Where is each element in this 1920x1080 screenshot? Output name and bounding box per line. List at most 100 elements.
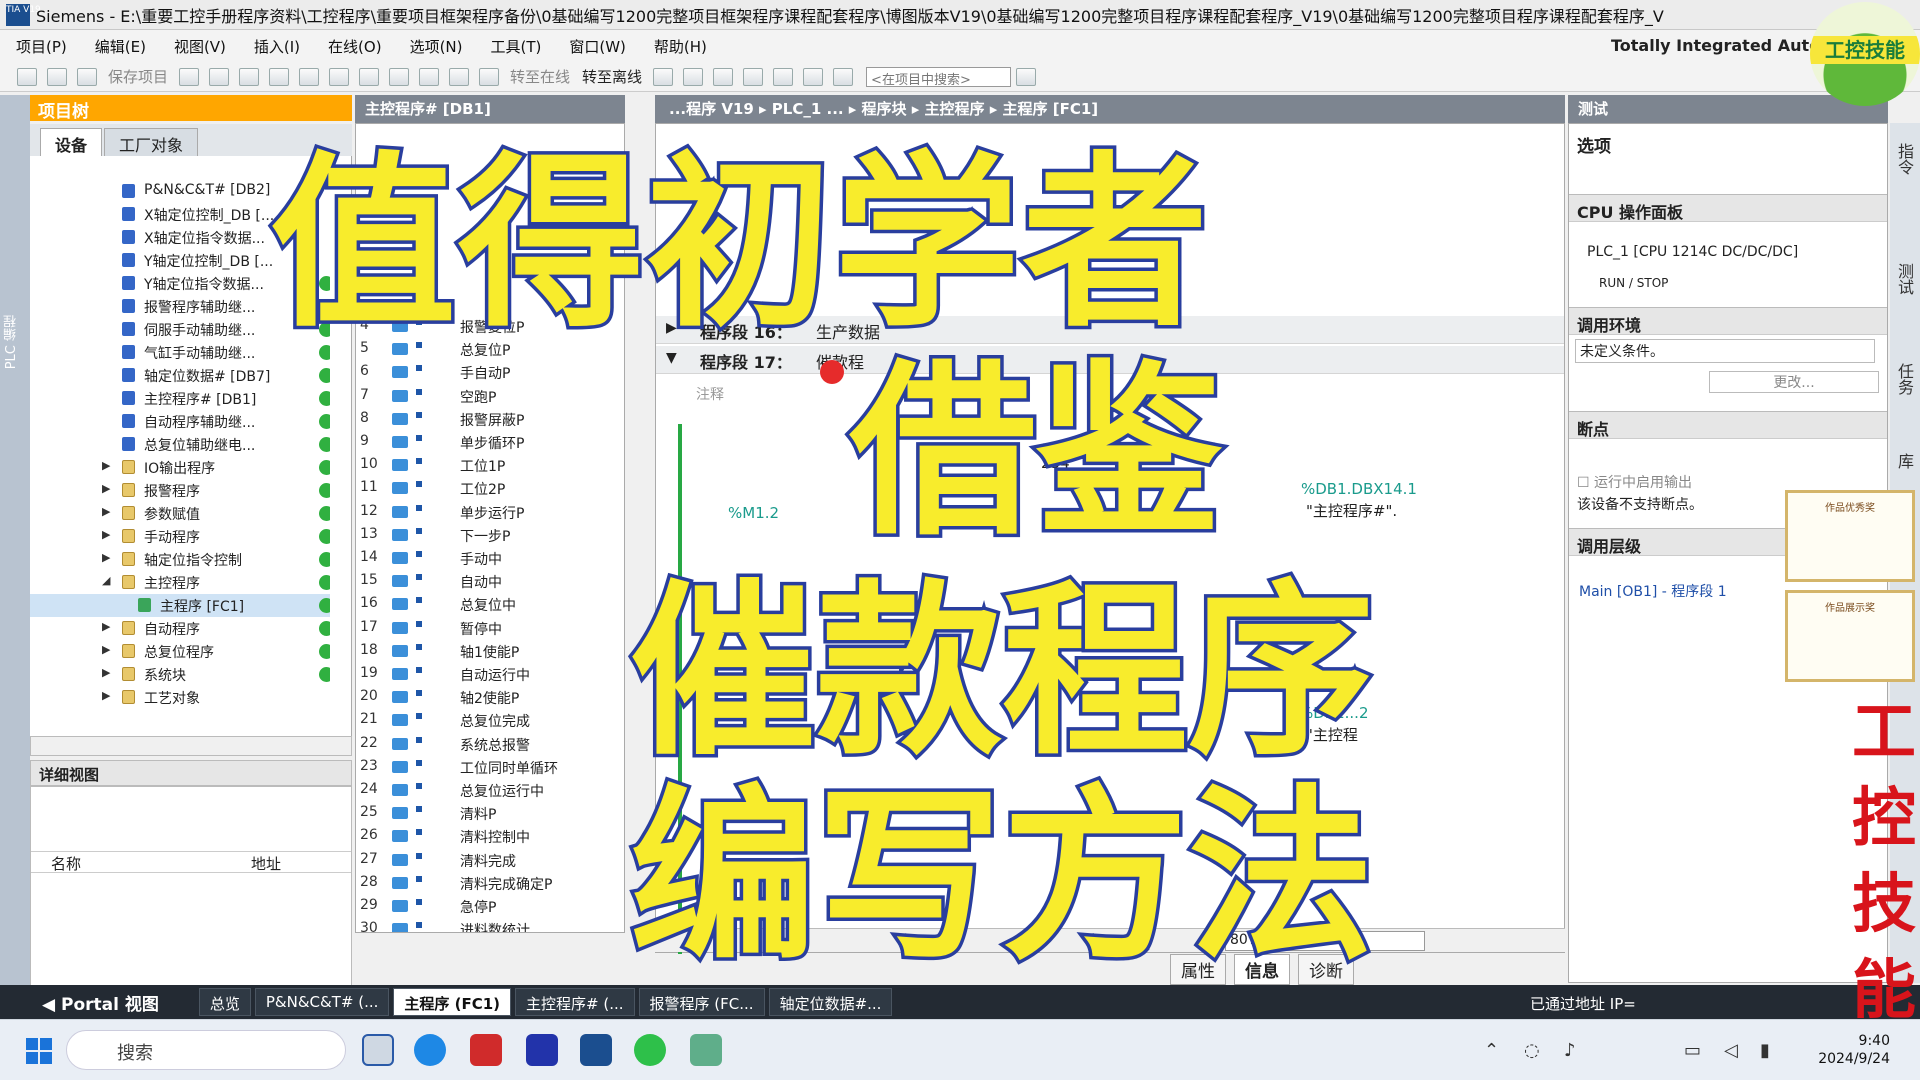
simulation-icon[interactable] <box>479 67 500 86</box>
accessible-devices-icon[interactable] <box>653 67 674 86</box>
open-project-icon[interactable] <box>47 67 67 86</box>
copy-icon[interactable] <box>239 67 260 86</box>
tree-item[interactable]: 主控程序# [DB1] <box>30 387 330 410</box>
compile-icon[interactable] <box>389 67 410 86</box>
undo-icon[interactable] <box>329 67 350 86</box>
breakpoints-section[interactable]: 断点 <box>1569 411 1887 439</box>
call-env-section[interactable]: 调用环境 <box>1569 307 1887 335</box>
menu-tools[interactable]: 工具(T) <box>491 36 542 57</box>
tree-item[interactable]: ▶ 轴定位指令控制 <box>30 548 330 571</box>
tree-item[interactable]: ▶ 总复位程序 <box>30 640 330 663</box>
print-icon[interactable] <box>179 67 200 86</box>
microphone-icon[interactable]: ♪ <box>1564 1040 1576 1061</box>
detail-col-name[interactable]: 名称 <box>51 853 81 874</box>
db-tag-row[interactable]: 24 总复位运行中 <box>356 779 624 802</box>
redo-icon[interactable] <box>359 67 380 86</box>
display-icon[interactable]: ▭ <box>1684 1040 1701 1061</box>
menu-options[interactable]: 选项(N) <box>410 36 463 57</box>
db-tag-row[interactable]: 25 清料P <box>356 802 624 825</box>
change-button[interactable]: 更改... <box>1709 371 1879 393</box>
expand-arrow-icon[interactable]: ◢ <box>102 574 110 587</box>
go-online-button[interactable]: 转至在线 <box>510 66 570 87</box>
detail-col-address[interactable]: 地址 <box>251 853 281 874</box>
volume-icon[interactable]: ◁ <box>1724 1040 1738 1061</box>
new-project-icon[interactable] <box>17 67 37 86</box>
delete-icon[interactable] <box>299 67 320 86</box>
db-tag-row[interactable]: 17 暂停中 <box>356 617 624 640</box>
tree-item[interactable]: ▶ 手动程序 <box>30 525 330 548</box>
tia-portal-icon[interactable] <box>580 1034 612 1066</box>
db-tag-row[interactable]: 20 轴2使能P <box>356 686 624 709</box>
expand-arrow-icon[interactable]: ▶ <box>102 482 110 495</box>
windows-start-icon[interactable] <box>26 1038 52 1064</box>
db-tag-row[interactable]: 13 下一步P <box>356 524 624 547</box>
expand-arrow-icon[interactable]: ▶ <box>102 528 110 541</box>
go-offline-button[interactable]: 转至离线 <box>582 66 642 87</box>
network-comment[interactable]: 注释 <box>696 384 724 404</box>
paste-icon[interactable] <box>269 67 290 86</box>
split-vertical-icon[interactable] <box>803 67 824 86</box>
start-cpu-icon[interactable] <box>683 67 704 86</box>
battery-icon[interactable]: ▮ <box>1760 1040 1770 1061</box>
call-hierarchy-link[interactable]: Main [OB1] - 程序段 1 <box>1579 581 1727 601</box>
tree-item[interactable]: 主程序 [FC1] <box>30 594 330 617</box>
download-icon[interactable] <box>419 67 440 86</box>
tree-horizontal-scrollbar[interactable] <box>30 736 352 756</box>
menu-view[interactable]: 视图(V) <box>174 36 226 57</box>
enable-output-checkbox[interactable]: ☐ 运行中启用输出 <box>1577 472 1692 492</box>
upload-icon[interactable] <box>449 67 470 86</box>
split-horizontal-icon[interactable] <box>773 67 794 86</box>
task-main-fc1[interactable]: 主程序 (FC1) <box>393 988 512 1016</box>
task-main-control-db[interactable]: 主控程序# (... <box>515 988 635 1016</box>
db-tag-row[interactable]: 19 自动运行中 <box>356 663 624 686</box>
save-icon[interactable] <box>77 67 97 86</box>
search-go-icon[interactable] <box>1016 67 1037 86</box>
db-tag-row[interactable]: 12 单步运行P <box>356 501 624 524</box>
db-tag-row[interactable]: 14 手动中 <box>356 547 624 570</box>
app-red-icon[interactable] <box>470 1034 502 1066</box>
app-green-icon[interactable] <box>690 1034 722 1066</box>
tree-item[interactable]: ▶ IO输出程序 <box>30 456 330 479</box>
cpu-panel-section[interactable]: CPU 操作面板 <box>1569 194 1887 222</box>
detail-view-header[interactable]: 详细视图 <box>30 760 352 786</box>
tree-item[interactable]: ◢ 主控程序 <box>30 571 330 594</box>
tab-tasks[interactable]: 任务 <box>1894 363 1916 395</box>
db-tag-row[interactable]: 11 工位2P <box>356 477 624 500</box>
tray-chevron-icon[interactable]: ⌃ <box>1484 1040 1499 1061</box>
edge-icon[interactable] <box>414 1034 446 1066</box>
taskbar-search-input[interactable]: 搜索 <box>66 1030 346 1070</box>
expand-arrow-icon[interactable]: ▶ <box>102 689 110 702</box>
menu-project[interactable]: 项目(P) <box>16 36 67 57</box>
db-tag-row[interactable]: 30 进料数统计 <box>356 918 624 932</box>
app-blue-icon[interactable] <box>526 1034 558 1066</box>
expand-arrow-icon[interactable]: ▶ <box>102 551 110 564</box>
task-overview[interactable]: 总览 <box>198 988 251 1016</box>
db-tag-row[interactable]: 29 急停P <box>356 895 624 918</box>
save-project-button[interactable]: 保存项目 <box>108 66 168 87</box>
db-tag-row[interactable]: 10 工位1P <box>356 454 624 477</box>
tab-testing[interactable]: 测试 <box>1894 263 1916 295</box>
network-icon[interactable]: ◌ <box>1524 1040 1540 1061</box>
tree-item[interactable]: 轴定位数据# [DB7] <box>30 364 330 387</box>
expand-arrow-icon[interactable]: ▶ <box>102 620 110 633</box>
tab-plant-objects[interactable]: 工厂对象 <box>104 128 199 156</box>
menu-online[interactable]: 在线(O) <box>328 36 382 57</box>
db-tag-row[interactable]: 28 清料完成确定P <box>356 872 624 895</box>
task-pnct-db[interactable]: P&N&C&T# (... <box>254 988 390 1016</box>
menu-insert[interactable]: 插入(I) <box>254 36 300 57</box>
menu-help[interactable]: 帮助(H) <box>654 36 707 57</box>
expand-arrow-icon[interactable]: ▶ <box>102 505 110 518</box>
expand-arrow-icon[interactable]: ▶ <box>102 459 110 472</box>
tree-item[interactable]: 自动程序辅助继... <box>30 410 330 433</box>
db-tag-row[interactable]: 16 总复位中 <box>356 593 624 616</box>
db-tag-row[interactable]: 8 报警屏蔽P <box>356 408 624 431</box>
tree-item[interactable]: ▶ 系统块 <box>30 663 330 686</box>
menu-edit[interactable]: 编辑(E) <box>95 36 146 57</box>
menu-window[interactable]: 窗口(W) <box>569 36 626 57</box>
db-tag-row[interactable]: 18 轴1使能P <box>356 640 624 663</box>
project-search-input[interactable]: <在项目中搜索> <box>866 66 1012 88</box>
tree-item[interactable]: ▶ 工艺对象 <box>30 686 330 709</box>
expand-arrow-icon[interactable]: ▶ <box>102 666 110 679</box>
expand-arrow-icon[interactable]: ▶ <box>102 643 110 656</box>
task-view-icon[interactable] <box>362 1034 394 1066</box>
